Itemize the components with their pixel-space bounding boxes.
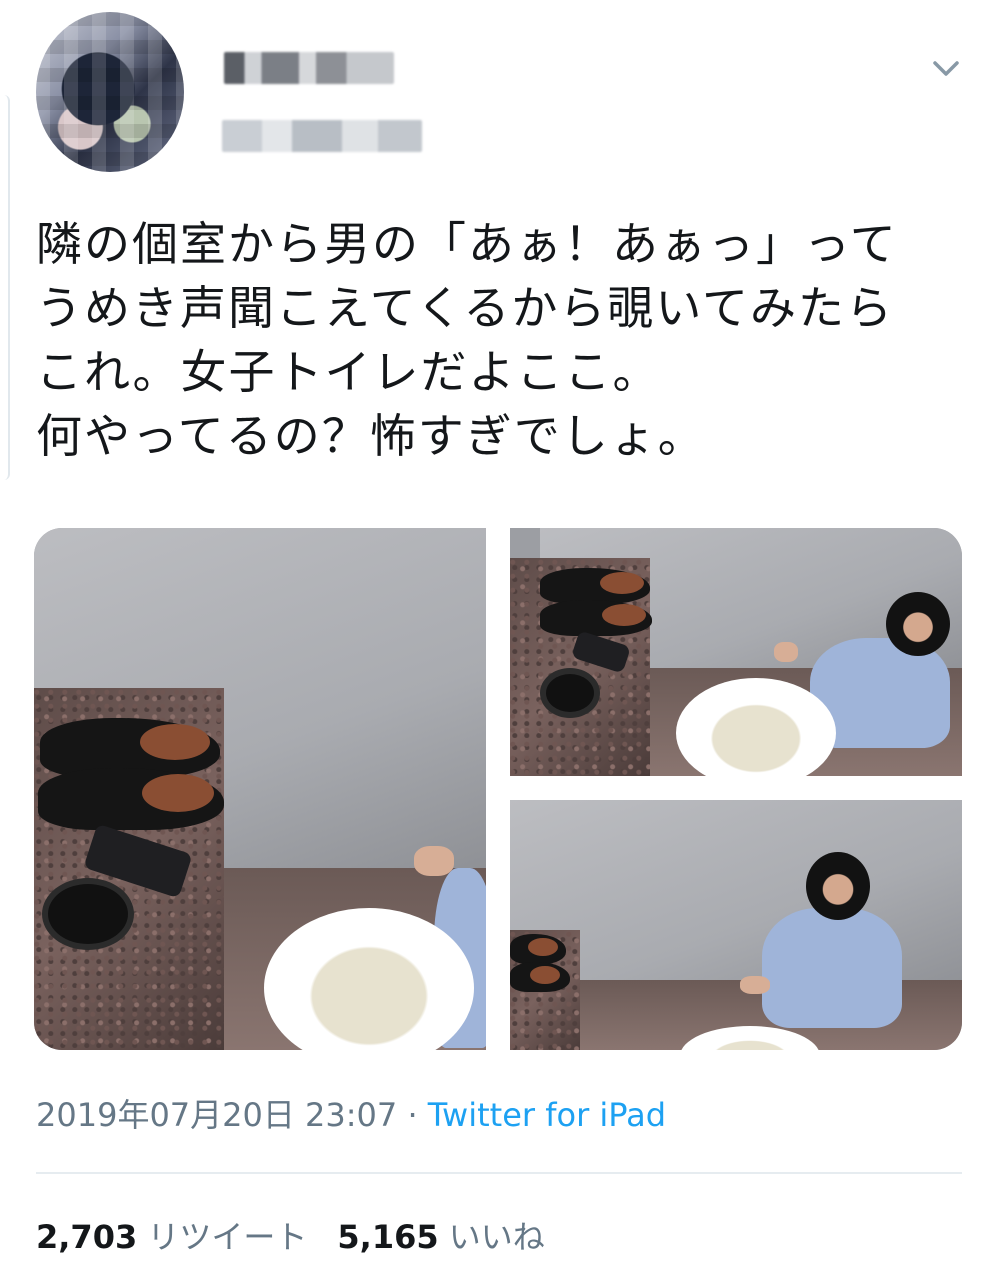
tweet-meta: 2019年07月20日 23:07 · Twitter for iPad: [36, 1094, 666, 1136]
photo-shoe-inside: [600, 572, 644, 594]
username-redacted[interactable]: [222, 120, 422, 152]
tweet-text-line: 何やってるの？怖すぎでしょ。: [36, 409, 706, 463]
photo-shoe-inside: [530, 966, 560, 984]
photo-belt: [540, 668, 600, 718]
avatar-pixelation: [36, 12, 184, 172]
photo-1[interactable]: [34, 528, 486, 1050]
photo-shoe-inside: [602, 604, 646, 626]
photo-hand: [774, 642, 798, 662]
photo-hand: [740, 976, 770, 994]
photo-head: [886, 592, 950, 656]
photo-shoe: [510, 962, 570, 992]
photo-shoe: [38, 768, 224, 830]
display-name-redacted[interactable]: [224, 52, 394, 84]
like-label: いいね: [448, 1218, 545, 1256]
photo-head: [806, 852, 870, 920]
photo-hand: [414, 846, 454, 876]
photo-shoe: [510, 934, 566, 964]
retweet-count: 2,703: [36, 1218, 138, 1256]
meta-separator: ·: [397, 1096, 428, 1134]
tweet: 隣の個室から男の「あぁ！あぁっ」って うめき声聞こえてくるから覗いてみたら これ…: [0, 0, 992, 1280]
chevron-down-svg: [933, 61, 959, 76]
photo-3[interactable]: [510, 800, 962, 1050]
media-grid: [34, 528, 962, 1050]
like-stat[interactable]: 5,165 いいね: [337, 1218, 544, 1256]
photo-person: [762, 908, 902, 1028]
photo-shoe: [540, 600, 652, 636]
photo-shoe-inside: [140, 724, 210, 760]
source-link[interactable]: Twitter for iPad: [428, 1096, 666, 1134]
retweet-label: リツイート: [147, 1218, 308, 1256]
chevron-down-icon[interactable]: [930, 52, 962, 84]
thread-line: [0, 95, 10, 480]
tweet-text: 隣の個室から男の「あぁ！あぁっ」って うめき声聞こえてくるから覗いてみたら これ…: [36, 212, 971, 468]
tweet-text-line: うめき声聞こえてくるから覗いてみたら: [36, 281, 895, 335]
photo-shoe: [540, 568, 650, 604]
photo-2[interactable]: [510, 528, 962, 776]
tweet-text-line: 隣の個室から男の「あぁ！あぁっ」って: [36, 217, 898, 271]
photo-shoe-inside: [528, 938, 558, 956]
retweet-stat[interactable]: 2,703 リツイート: [36, 1218, 307, 1256]
like-count: 5,165: [337, 1218, 439, 1256]
photo-belt: [42, 878, 134, 950]
avatar[interactable]: [36, 12, 184, 172]
photo-shoe-inside: [142, 774, 214, 812]
tweet-stats: 2,703 リツイート 5,165 いいね: [36, 1216, 545, 1258]
timestamp[interactable]: 2019年07月20日 23:07: [36, 1096, 397, 1134]
tweet-text-line: これ。女子トイレだよここ。: [36, 345, 661, 399]
divider: [36, 1172, 962, 1174]
